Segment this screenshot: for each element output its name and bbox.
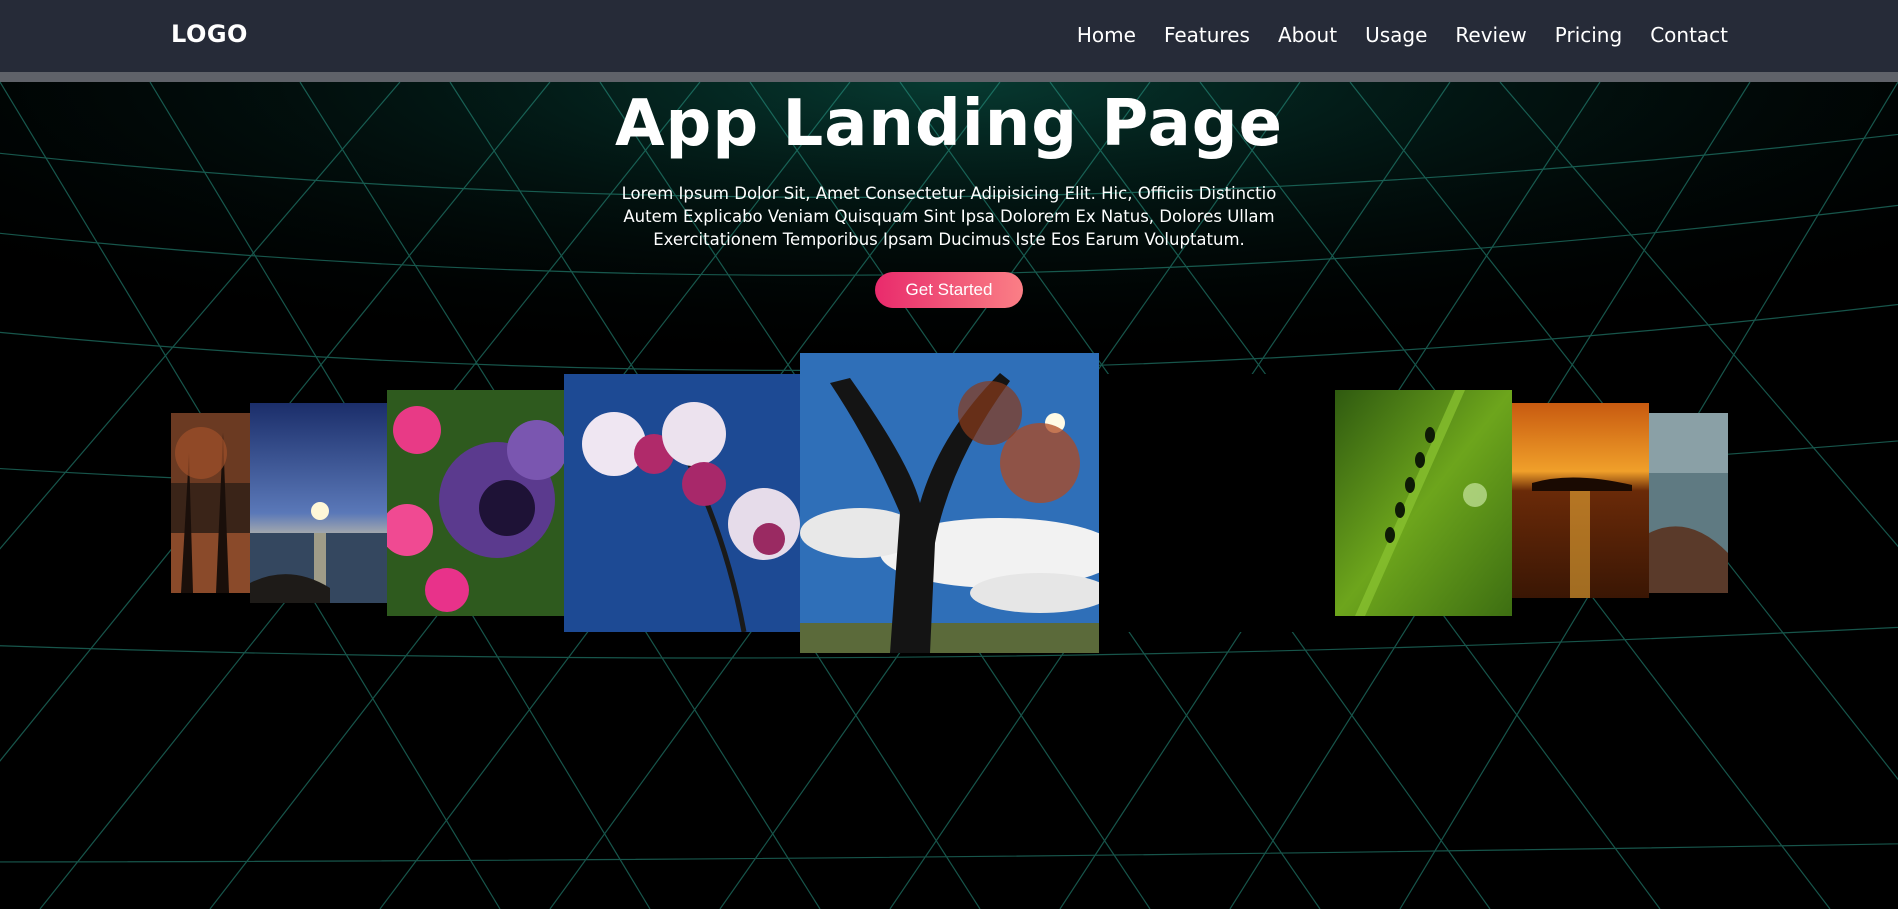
gallery-image-pansy-flowers[interactable] (387, 390, 564, 616)
nav-review[interactable]: Review (1455, 23, 1526, 47)
gallery-image-ants-on-grass[interactable] (1335, 390, 1512, 616)
gallery-image-blank[interactable] (1099, 374, 1335, 632)
nav-features[interactable]: Features (1164, 23, 1250, 47)
gallery-image-autumn-trees[interactable] (171, 413, 250, 593)
get-started-button[interactable]: Get Started (875, 272, 1023, 308)
hero-section: App Landing Page Lorem Ipsum Dolor Sit, … (0, 84, 1898, 308)
nav-contact[interactable]: Contact (1650, 23, 1728, 47)
top-navbar: LOGO Home Features About Usage Review Pr… (0, 0, 1898, 82)
gallery-image-sea-sunset[interactable] (1512, 403, 1649, 598)
nav-usage[interactable]: Usage (1365, 23, 1427, 47)
hero-description: Lorem Ipsum Dolor Sit, Amet Consectetur … (621, 184, 1277, 249)
nav-about[interactable]: About (1278, 23, 1337, 47)
gallery-image-lake-sunset[interactable] (250, 403, 387, 603)
nav-home[interactable]: Home (1077, 23, 1136, 47)
gallery-image-coastal-cliff[interactable] (1649, 413, 1728, 593)
main-nav: Home Features About Usage Review Pricing… (1077, 23, 1728, 47)
gallery-image-orchids[interactable] (564, 374, 800, 632)
gallery-image-tree-sky[interactable] (800, 353, 1099, 653)
hero-title: App Landing Page (615, 87, 1283, 161)
nav-pricing[interactable]: Pricing (1555, 23, 1622, 47)
logo[interactable]: LOGO (171, 20, 248, 48)
